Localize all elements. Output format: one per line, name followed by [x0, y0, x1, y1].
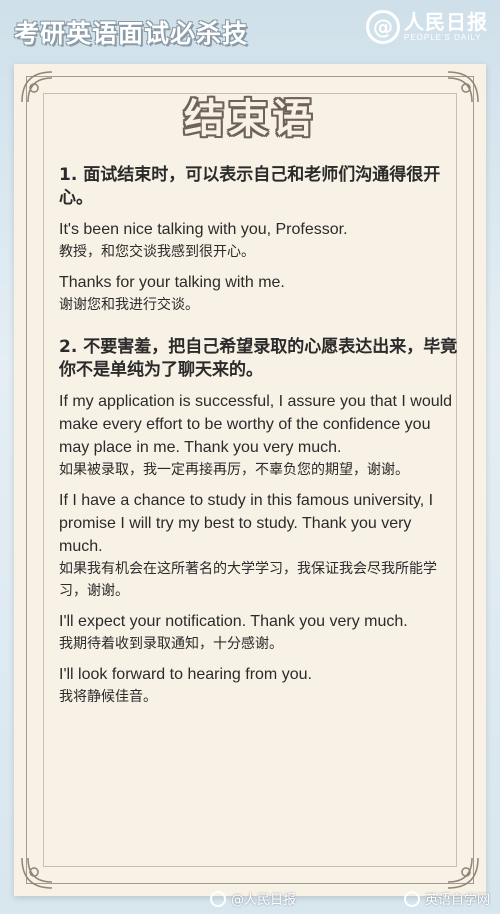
- brand-logo: @ 人民日报 PEOPLE'S DAILY: [366, 10, 488, 44]
- chinese-translation: 如果被录取，我一定再接再厉，不辜负您的期望，谢谢。: [59, 462, 409, 478]
- corner-ornament-icon: [446, 856, 480, 890]
- brand-name: 人民日报: [404, 10, 488, 34]
- english-sentence: I'll expect your notification. Thank you…: [59, 613, 408, 630]
- english-sentence: I'll look forward to hearing from you.: [59, 666, 312, 683]
- chinese-translation: 教授，和您交谈我感到很开心。: [59, 244, 255, 260]
- chinese-translation: 我将静候佳音。: [59, 689, 157, 705]
- item-title: 1. 面试结束时，可以表示自己和老师们沟通得很开心。: [59, 165, 441, 208]
- wechat-icon: [403, 890, 420, 907]
- english-sentence: Thanks for your talking with me.: [59, 274, 285, 291]
- english-sentence: It's been nice talking with you, Profess…: [59, 221, 348, 238]
- english-sentence: If I have a chance to study in this famo…: [59, 492, 434, 555]
- content-card: 结束语 1. 面试结束时，可以表示自己和老师们沟通得很开心。 It's been…: [14, 64, 486, 896]
- watermark-english-site: 英语自学网: [403, 889, 490, 908]
- watermark-people-daily: @人民日报: [210, 889, 296, 908]
- header-bar: 考研英语面试必杀技 @ 人民日报 PEOPLE'S DAILY: [0, 0, 500, 62]
- header-title: 考研英语面试必杀技: [14, 19, 249, 48]
- item-title: 2. 不要害羞，把自己希望录取的心愿表达出来，毕竟你不是单纯为了聊天来的。: [59, 337, 458, 380]
- brand-name-en: PEOPLE'S DAILY: [404, 33, 482, 42]
- content-body: 1. 面试结束时，可以表示自己和老师们沟通得很开心。 It's been nic…: [59, 164, 459, 716]
- weibo-icon: [210, 890, 226, 907]
- english-sentence: If my application is successful, I assur…: [59, 393, 453, 456]
- chinese-translation: 我期待着收到录取通知，十分感谢。: [59, 636, 283, 652]
- corner-ornament-icon: [20, 856, 54, 890]
- section-title: 结束语: [184, 96, 316, 142]
- at-sign-icon: @: [366, 10, 400, 44]
- chinese-translation: 谢谢您和我进行交谈。: [59, 297, 199, 313]
- chinese-translation: 如果我有机会在这所著名的大学学习，我保证我会尽我所能学习，谢谢。: [59, 561, 437, 599]
